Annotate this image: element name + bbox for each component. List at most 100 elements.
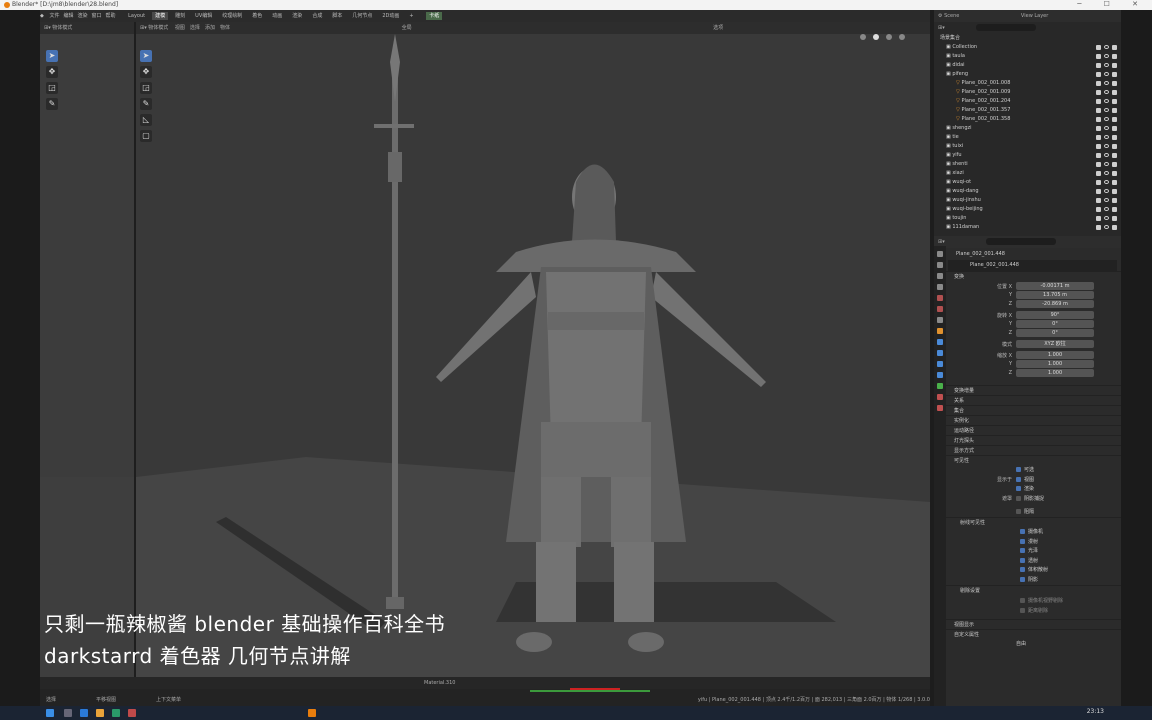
transform-field[interactable]: 1.000 [1016,360,1094,368]
mode-select-main[interactable]: 物体模式 [148,25,168,31]
visibility-eye-icon[interactable] [1104,189,1109,193]
editor-type-icon-main[interactable]: ⊞▾ [140,25,147,31]
ray-visibility-checkbox[interactable] [1020,538,1025,544]
visibility-eye-icon[interactable] [1104,135,1109,139]
viewports-checkbox[interactable] [1016,477,1021,482]
annotate-icon[interactable]: ✎ [140,98,152,110]
exclude-checkbox[interactable] [1096,54,1101,59]
workspace-tab[interactable]: 着色 [249,12,265,20]
exclude-checkbox[interactable] [1096,171,1101,176]
visibility-eye-icon[interactable] [1104,45,1109,49]
visibility-eye-icon[interactable] [1104,81,1109,85]
particles-tab-icon[interactable] [937,350,943,356]
render-camera-icon[interactable] [1112,81,1117,86]
object-data-field[interactable]: Plane_002_001.448 [948,260,1117,271]
outliner-row[interactable]: ▽ Plane_002_001.009 [934,88,1121,97]
viewport-menu-item[interactable]: 视图 [175,25,185,31]
holdout-checkbox[interactable] [1016,509,1021,514]
ray-visibility-section[interactable]: 射线可见性 [934,517,1121,527]
exclude-checkbox[interactable] [1096,216,1101,221]
physics-tab-icon[interactable] [937,361,943,367]
visibility-eye-icon[interactable] [1104,171,1109,175]
exclude-checkbox[interactable] [1096,225,1101,230]
viewport-menu-item[interactable]: 物体 [220,25,230,31]
render-camera-icon[interactable] [1112,180,1117,185]
exclude-checkbox[interactable] [1096,153,1101,158]
ray-visibility-checkbox[interactable] [1020,567,1025,572]
exclude-checkbox[interactable] [1096,63,1101,68]
visibility-eye-icon[interactable] [1104,72,1109,76]
exclude-checkbox[interactable] [1096,144,1101,149]
scale-icon[interactable]: ◲ [140,82,152,94]
transform-field[interactable]: 13.705 m [1016,291,1094,299]
world-tab-icon[interactable] [937,306,943,312]
renders-checkbox[interactable] [1016,486,1021,491]
workspace-tab[interactable]: 建模 [152,12,169,20]
culling-checkbox[interactable] [1020,598,1025,603]
viewport-left[interactable]: ⊞▾ 物体模式 ➤ ✥ ◲ ✎ [40,22,134,677]
visibility-eye-icon[interactable] [1104,108,1109,112]
render-camera-icon[interactable] [1112,45,1117,50]
object-tab-icon[interactable] [937,328,943,334]
panel-section-header[interactable]: 实例化 [934,415,1121,425]
panel-section-header[interactable]: 显示方式 [934,445,1121,455]
render-camera-icon[interactable] [1112,108,1117,113]
workspace-tab[interactable]: UV编辑 [192,12,215,20]
render-camera-icon[interactable] [1112,162,1117,167]
exclude-checkbox[interactable] [1096,45,1101,50]
outliner-search-input[interactable] [976,24,1037,31]
render-camera-icon[interactable] [1112,216,1117,221]
taskbar-blender-icon[interactable] [308,709,316,717]
transform-field[interactable]: -0.00171 m [1016,282,1094,290]
output-tab-icon[interactable] [937,273,943,279]
visibility-eye-icon[interactable] [1104,144,1109,148]
exclude-checkbox[interactable] [1096,72,1101,77]
properties-editor-icon[interactable]: ⊞▾ [938,239,945,245]
outliner-row[interactable]: ▣ tie [934,133,1121,142]
select-tool-icon[interactable]: ➤ [46,50,58,62]
workspace-tab[interactable]: 脚本 [329,12,345,20]
outliner-row[interactable]: ▽ Plane_002_001.358 [934,115,1121,124]
render-camera-icon[interactable] [1112,189,1117,194]
workspace-tab[interactable]: 雕刻 [172,12,188,20]
render-camera-icon[interactable] [1112,117,1117,122]
visibility-eye-icon[interactable] [1104,153,1109,157]
visibility-eye-icon[interactable] [1104,216,1109,220]
ray-visibility-checkbox[interactable] [1020,529,1025,534]
outliner-row[interactable]: ▣ pifeng [934,70,1121,79]
menu-item[interactable]: 文件 [49,13,59,19]
menu-item[interactable]: 编辑 [63,13,73,19]
menu-item[interactable]: 帮助 [106,13,116,19]
move-icon[interactable]: ✥ [140,66,152,78]
render-camera-icon[interactable] [1112,225,1117,230]
texture-tab-icon[interactable] [937,405,943,411]
culling-checkbox[interactable] [1020,608,1025,613]
render-camera-icon[interactable] [1112,144,1117,149]
taskbar-app-icon[interactable] [96,709,104,717]
visibility-eye-icon[interactable] [1104,117,1109,121]
render-camera-icon[interactable] [1112,198,1117,203]
visibility-eye-icon[interactable] [1104,225,1109,229]
outliner-row[interactable]: ▣ toujin [934,214,1121,223]
outliner-filter-icon[interactable]: ⊞▾ [938,25,945,31]
render-camera-icon[interactable] [1112,99,1117,104]
outliner-root[interactable]: 场景集合 [934,34,1121,43]
visibility-eye-icon[interactable] [1104,180,1109,184]
render-camera-icon[interactable] [1112,90,1117,95]
exclude-checkbox[interactable] [1096,126,1101,131]
render-camera-icon[interactable] [1112,135,1117,140]
start-button-icon[interactable] [46,709,54,717]
measure-icon[interactable]: ◺ [140,114,152,126]
add-cube-icon[interactable]: ▢ [140,130,152,142]
taskbar-app-icon[interactable] [80,709,88,717]
render-camera-icon[interactable] [1112,207,1117,212]
selectable-checkbox[interactable] [1016,467,1021,472]
outliner-row[interactable]: ▣ yifu [934,151,1121,160]
ray-visibility-checkbox[interactable] [1020,548,1025,553]
exclude-checkbox[interactable] [1096,189,1101,194]
workspace-tab[interactable]: 纹理绘制 [219,12,245,20]
viewport-options[interactable]: 选项 [713,25,723,31]
render-camera-icon[interactable] [1112,153,1117,158]
exclude-checkbox[interactable] [1096,90,1101,95]
visibility-eye-icon[interactable] [1104,99,1109,103]
